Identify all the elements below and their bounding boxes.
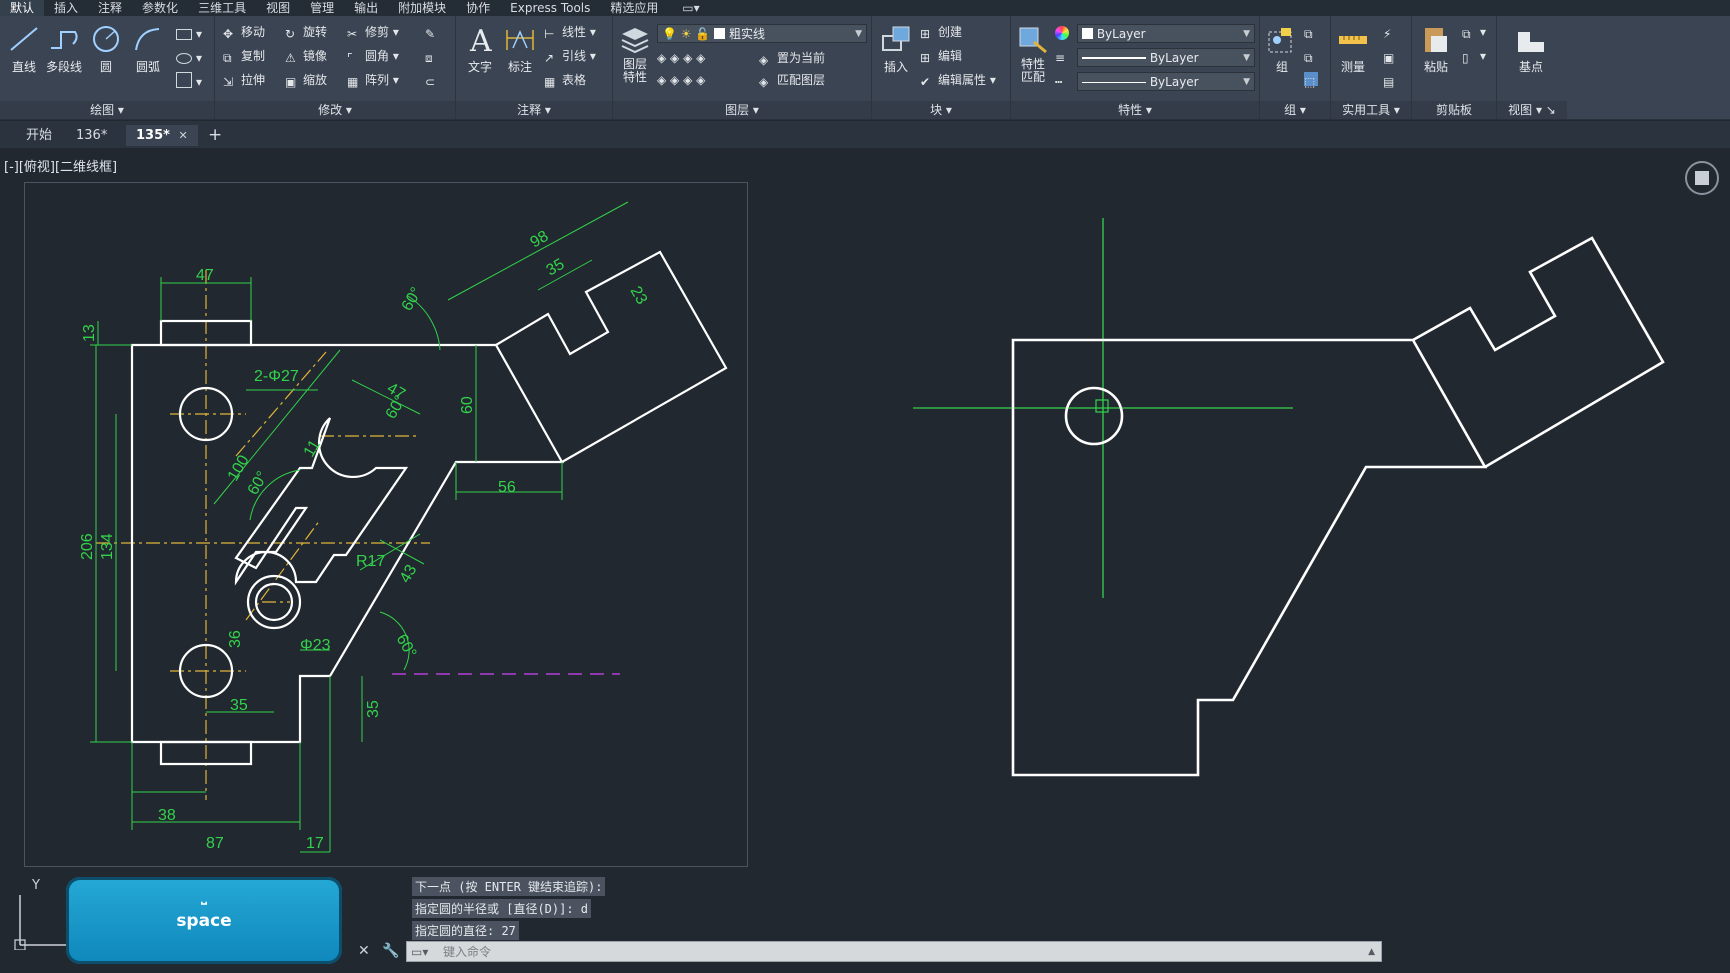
ucs-icon: Y xyxy=(14,878,70,950)
dim-text: 60° xyxy=(393,632,420,661)
dim-text: 35 xyxy=(365,700,382,718)
centerlines xyxy=(96,270,430,800)
dim-text: 35 xyxy=(230,697,248,714)
osnap-marker xyxy=(1095,399,1109,413)
customize-wrench-icon[interactable]: 🔧 xyxy=(382,943,399,959)
dim-text: 23 xyxy=(627,284,651,308)
dim-text: 11 xyxy=(301,437,324,460)
dim-text: 60 xyxy=(459,396,476,414)
dim-text: 36 xyxy=(227,630,244,648)
history-line: 指定圆的半径或 [直径(D)]: d xyxy=(412,899,592,918)
close-icon[interactable]: ✕ xyxy=(358,943,370,959)
part-outline xyxy=(130,250,728,766)
work-outline xyxy=(1011,236,1665,777)
dim-text: 134 xyxy=(99,533,116,560)
dim-text: 60° xyxy=(399,285,426,314)
history-line: 指定圆的直径: 27 xyxy=(412,921,519,940)
dim-text: 100 xyxy=(225,452,253,484)
drawing-canvas[interactable]: 47 13 2-Φ27 47 60° 11 100 60° 206 134 R1… xyxy=(0,0,1730,973)
command-prompt-icon[interactable]: ▭▾ xyxy=(411,942,428,963)
keystroke-display: ⎵ space xyxy=(66,877,342,964)
command-input[interactable]: ▭▾ 键入命令 ▲ xyxy=(406,941,1382,962)
command-history: 下一点 (按 ENTER 键结束追踪): 指定圆的半径或 [直径(D)]: d … xyxy=(412,877,606,943)
dim-text: 47 xyxy=(196,267,214,284)
dim-text: 2-Φ27 xyxy=(254,368,299,385)
history-line: 下一点 (按 ENTER 键结束追踪): xyxy=(412,877,606,896)
dim-text: 17 xyxy=(306,835,324,852)
dim-text: 206 xyxy=(79,533,96,560)
dim-text: 60° xyxy=(245,469,272,498)
dim-text: 43 xyxy=(397,562,421,586)
space-key-icon: ⎵ xyxy=(201,889,207,905)
dim-text: 87 xyxy=(206,835,224,852)
dim-text: 56 xyxy=(498,479,516,496)
dim-text: Φ23 xyxy=(300,637,331,654)
placed-circle[interactable] xyxy=(1064,386,1124,446)
dim-text: 98 xyxy=(528,228,552,252)
viewcube-icon[interactable] xyxy=(1684,160,1720,196)
crosshair-guides xyxy=(913,218,1293,598)
keystroke-label: space xyxy=(176,911,232,931)
dim-text: 13 xyxy=(81,324,98,342)
chevron-up-icon[interactable]: ▲ xyxy=(1368,942,1375,963)
command-line-tools: ✕ 🔧 xyxy=(358,941,404,962)
dim-text: 38 xyxy=(158,807,176,824)
work-drawing xyxy=(913,218,1665,777)
ucs-y-label: Y xyxy=(31,878,40,893)
reference-drawing: 47 13 2-Φ27 47 60° 11 100 60° 206 134 R1… xyxy=(79,201,728,853)
dimension-lines xyxy=(90,201,629,853)
dim-text: R17 xyxy=(356,553,385,570)
command-placeholder: 键入命令 xyxy=(443,945,492,959)
